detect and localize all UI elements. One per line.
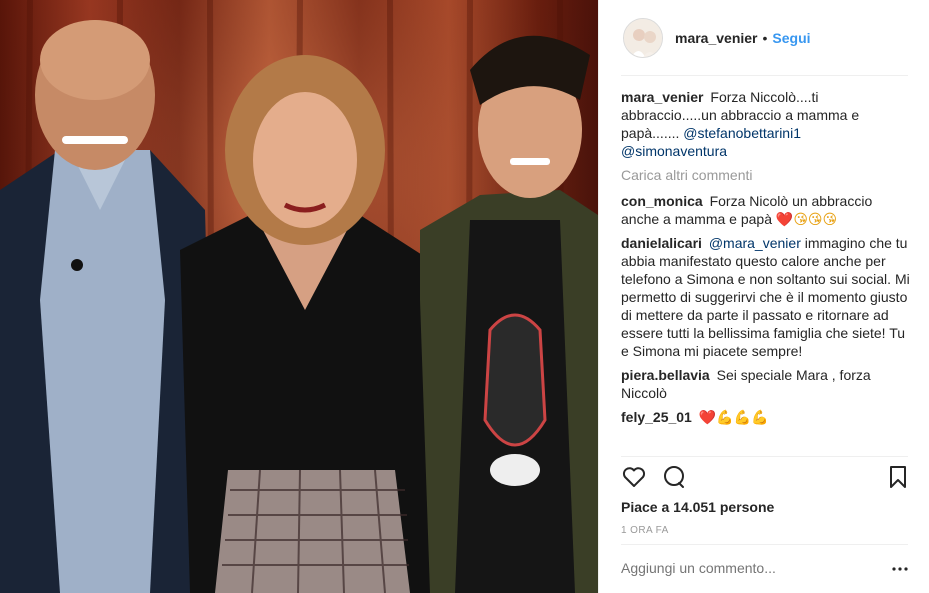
author-username[interactable]: mara_venier — [675, 30, 758, 46]
heart-icon[interactable] — [621, 464, 647, 490]
muscle-emoji: 💪 — [733, 409, 752, 425]
comments-list: mara_venier Forza Niccolò....ti abbracci… — [621, 88, 911, 432]
kiss-emoji: 😘 — [807, 211, 823, 227]
kiss-emoji: 😘 — [822, 211, 838, 227]
comment-icon[interactable] — [661, 464, 687, 490]
heart-emoji: ❤️ — [698, 409, 717, 425]
avatar-image — [624, 19, 662, 57]
list-item: danielalicari @mara_venier immagino che … — [621, 234, 911, 360]
list-item: piera.bellavia Sei speciale Mara , forza… — [621, 366, 911, 402]
add-comment-input[interactable] — [621, 560, 881, 576]
post-photo[interactable] — [0, 0, 598, 593]
kiss-emoji: 😘 — [793, 211, 808, 227]
comment-input-divider — [621, 544, 908, 545]
header-divider — [621, 75, 908, 76]
comment-text: immagino che tu abbia manifestato questo… — [621, 235, 910, 359]
caption-mention[interactable]: @simonaventura — [621, 143, 727, 159]
list-item: fely_25_01 ❤️💪💪💪 — [621, 408, 911, 426]
post-details-panel: mara_venier • Segui mara_venier Forza Ni… — [598, 0, 929, 593]
separator-dot: • — [762, 30, 768, 46]
post-image — [0, 0, 598, 593]
post-header: mara_venier • Segui — [599, 0, 929, 76]
follow-button[interactable]: Segui — [772, 30, 810, 46]
caption-mention[interactable]: @stefanobettarini1 — [683, 125, 801, 141]
comment-username[interactable]: fely_25_01 — [621, 409, 692, 425]
comment-username[interactable]: danielalicari — [621, 235, 702, 251]
heart-emoji: ❤️ — [775, 211, 794, 227]
bookmark-icon[interactable] — [885, 464, 911, 490]
caption: mara_venier Forza Niccolò....ti abbracci… — [621, 88, 911, 160]
list-item: con_monica Forza Nicolò un abbraccio anc… — [621, 192, 911, 228]
muscle-emoji: 💪 — [751, 409, 769, 425]
avatar[interactable] — [623, 18, 663, 58]
comment-username[interactable]: con_monica — [621, 193, 703, 209]
comment-username[interactable]: piera.bellavia — [621, 367, 710, 383]
caption-username[interactable]: mara_venier — [621, 89, 704, 105]
actions-divider — [621, 456, 908, 457]
comment-mention[interactable]: @mara_venier — [709, 235, 801, 251]
load-more-comments-link[interactable]: Carica altri commenti — [621, 166, 911, 184]
likes-count[interactable]: Piace a 14.051 persone — [621, 499, 774, 515]
muscle-emoji: 💪 — [716, 409, 734, 425]
action-bar — [621, 464, 911, 492]
post-timestamp: 1 ORA FA — [621, 525, 669, 536]
more-options-icon[interactable] — [891, 562, 909, 576]
